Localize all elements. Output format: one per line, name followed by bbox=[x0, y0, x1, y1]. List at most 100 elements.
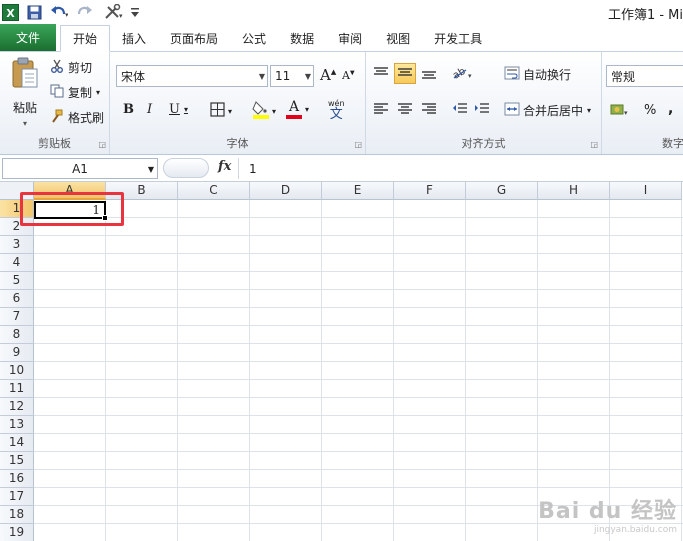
svg-text:X: X bbox=[6, 7, 15, 20]
currency-icon: ▾ bbox=[610, 102, 630, 121]
format-painter-button[interactable]: 格式刷 bbox=[50, 109, 104, 126]
alignment-launcher-icon[interactable]: ◲ bbox=[590, 140, 598, 149]
align-middle-button[interactable] bbox=[394, 63, 416, 84]
cut-button[interactable]: 剪切 bbox=[50, 59, 92, 76]
brush-icon bbox=[50, 109, 64, 126]
column-header-i[interactable]: I bbox=[610, 182, 682, 200]
tab-insert[interactable]: 插入 bbox=[110, 25, 158, 51]
decrease-indent-button[interactable] bbox=[452, 102, 468, 119]
row-header-10[interactable]: 10 bbox=[0, 362, 34, 380]
font-color-button[interactable]: A ▾ bbox=[286, 100, 309, 119]
align-left-button[interactable] bbox=[373, 102, 389, 119]
merge-dropdown-icon: ▾ bbox=[587, 106, 592, 115]
comma-button[interactable]: , bbox=[668, 101, 673, 117]
insert-function-icon[interactable]: fx bbox=[218, 159, 231, 174]
row-header-11[interactable]: 11 bbox=[0, 380, 34, 398]
row-header-12[interactable]: 12 bbox=[0, 398, 34, 416]
row-header-17[interactable]: 17 bbox=[0, 488, 34, 506]
save-icon[interactable] bbox=[27, 3, 42, 21]
merge-center-button[interactable]: 合并后居中 ▾ bbox=[504, 102, 591, 119]
number-format-select[interactable]: 常规 bbox=[606, 65, 683, 87]
row-header-4[interactable]: 4 bbox=[0, 254, 34, 272]
watermark-main: Bai du 经验 bbox=[538, 499, 677, 524]
row-header-15[interactable]: 15 bbox=[0, 452, 34, 470]
format-painter-label: 格式刷 bbox=[68, 111, 105, 125]
clipboard-launcher-icon[interactable]: ◲ bbox=[98, 140, 106, 149]
row-header-6[interactable]: 6 bbox=[0, 290, 34, 308]
comma-label: , bbox=[668, 101, 674, 117]
column-header-f[interactable]: F bbox=[394, 182, 466, 200]
grow-font-button[interactable]: A▲ bbox=[320, 66, 336, 84]
wrap-text-button[interactable]: 自动换行 bbox=[504, 66, 571, 83]
column-header-c[interactable]: C bbox=[178, 182, 250, 200]
undo-icon[interactable]: ▾ bbox=[50, 3, 68, 21]
ribbon-tabs: 文件 开始 插入 页面布局 公式 数据 审阅 视图 开发工具 bbox=[0, 24, 683, 52]
italic-button[interactable]: I bbox=[147, 102, 152, 117]
grid-row-line bbox=[34, 289, 683, 290]
title-bar: X ▾ ▾ 工作簿1 - Mi bbox=[0, 0, 683, 24]
tab-page-layout[interactable]: 页面布局 bbox=[158, 25, 230, 51]
tools-icon[interactable]: ▾ bbox=[104, 3, 124, 21]
bold-button[interactable]: B bbox=[123, 102, 134, 117]
tab-formulas[interactable]: 公式 bbox=[230, 25, 278, 51]
excel-window: X ▾ ▾ 工作簿1 - Mi 文件 开始 插入 页面布局 公式 数据 审阅 视… bbox=[0, 0, 683, 541]
row-header-5[interactable]: 5 bbox=[0, 272, 34, 290]
font-size-value: 11 bbox=[275, 69, 291, 83]
grid-row-line bbox=[34, 235, 683, 236]
tab-home[interactable]: 开始 bbox=[60, 25, 111, 52]
increase-indent-icon bbox=[474, 102, 490, 119]
font-launcher-icon[interactable]: ◲ bbox=[354, 140, 362, 149]
copy-label: 复制 bbox=[68, 86, 93, 100]
grid-row-line bbox=[34, 469, 683, 470]
customize-icon[interactable] bbox=[130, 3, 140, 21]
shrink-font-button[interactable]: A▼ bbox=[342, 69, 355, 82]
tab-view[interactable]: 视图 bbox=[374, 25, 422, 51]
alignment-group-label: 对齐方式 bbox=[461, 137, 506, 150]
align-right-button[interactable] bbox=[421, 102, 437, 119]
copy-button[interactable]: 复制 ▾ bbox=[50, 84, 100, 101]
align-center-button[interactable] bbox=[397, 102, 413, 119]
paste-button[interactable]: 粘贴 ▾ bbox=[8, 56, 42, 128]
row-header-8[interactable]: 8 bbox=[0, 326, 34, 344]
align-center-icon bbox=[397, 102, 413, 119]
accounting-format-button[interactable]: ▾ bbox=[610, 102, 630, 121]
row-header-16[interactable]: 16 bbox=[0, 470, 34, 488]
percent-button[interactable]: % bbox=[644, 103, 656, 118]
tab-developer[interactable]: 开发工具 bbox=[422, 25, 494, 51]
number-group-label: 数字 bbox=[662, 137, 683, 150]
increase-indent-button[interactable] bbox=[474, 102, 490, 119]
formula-input[interactable]: 1 bbox=[238, 158, 683, 179]
align-bottom-button[interactable] bbox=[421, 66, 437, 83]
underline-button[interactable]: U ▾ bbox=[169, 102, 188, 117]
row-header-14[interactable]: 14 bbox=[0, 434, 34, 452]
row-header-3[interactable]: 3 bbox=[0, 236, 34, 254]
column-header-e[interactable]: E bbox=[322, 182, 394, 200]
row-header-9[interactable]: 9 bbox=[0, 344, 34, 362]
orientation-icon: ab ▾ bbox=[451, 66, 474, 83]
grid-column-line bbox=[249, 200, 250, 541]
redo-icon[interactable] bbox=[76, 3, 94, 21]
font-name-select[interactable]: 宋体 ▼ bbox=[116, 65, 268, 87]
phonetic-button[interactable]: wén 文 bbox=[328, 99, 345, 122]
tab-review[interactable]: 审阅 bbox=[326, 25, 374, 51]
row-header-18[interactable]: 18 bbox=[0, 506, 34, 524]
orientation-button[interactable]: ab ▾ bbox=[451, 66, 474, 83]
chevron-down-icon: ▼ bbox=[147, 165, 154, 174]
formula-bar-splitter[interactable] bbox=[163, 158, 209, 178]
tab-file[interactable]: 文件 bbox=[0, 24, 56, 51]
column-header-d[interactable]: D bbox=[250, 182, 322, 200]
fill-color-button[interactable]: ▾ bbox=[252, 100, 276, 123]
row-header-7[interactable]: 7 bbox=[0, 308, 34, 326]
tab-data[interactable]: 数据 bbox=[278, 25, 326, 51]
name-box[interactable]: A1 ▼ bbox=[2, 158, 158, 179]
font-size-select[interactable]: 11 ▼ bbox=[270, 65, 314, 87]
align-top-button[interactable] bbox=[373, 66, 389, 83]
row-header-13[interactable]: 13 bbox=[0, 416, 34, 434]
grid-row-line bbox=[34, 379, 683, 380]
border-button[interactable]: ▾ bbox=[210, 102, 232, 120]
row-header-19[interactable]: 19 bbox=[0, 524, 34, 541]
window-title: 工作簿1 - Mi bbox=[607, 8, 683, 23]
column-header-g[interactable]: G bbox=[466, 182, 538, 200]
column-header-h[interactable]: H bbox=[538, 182, 610, 200]
grid-row-line bbox=[34, 451, 683, 452]
